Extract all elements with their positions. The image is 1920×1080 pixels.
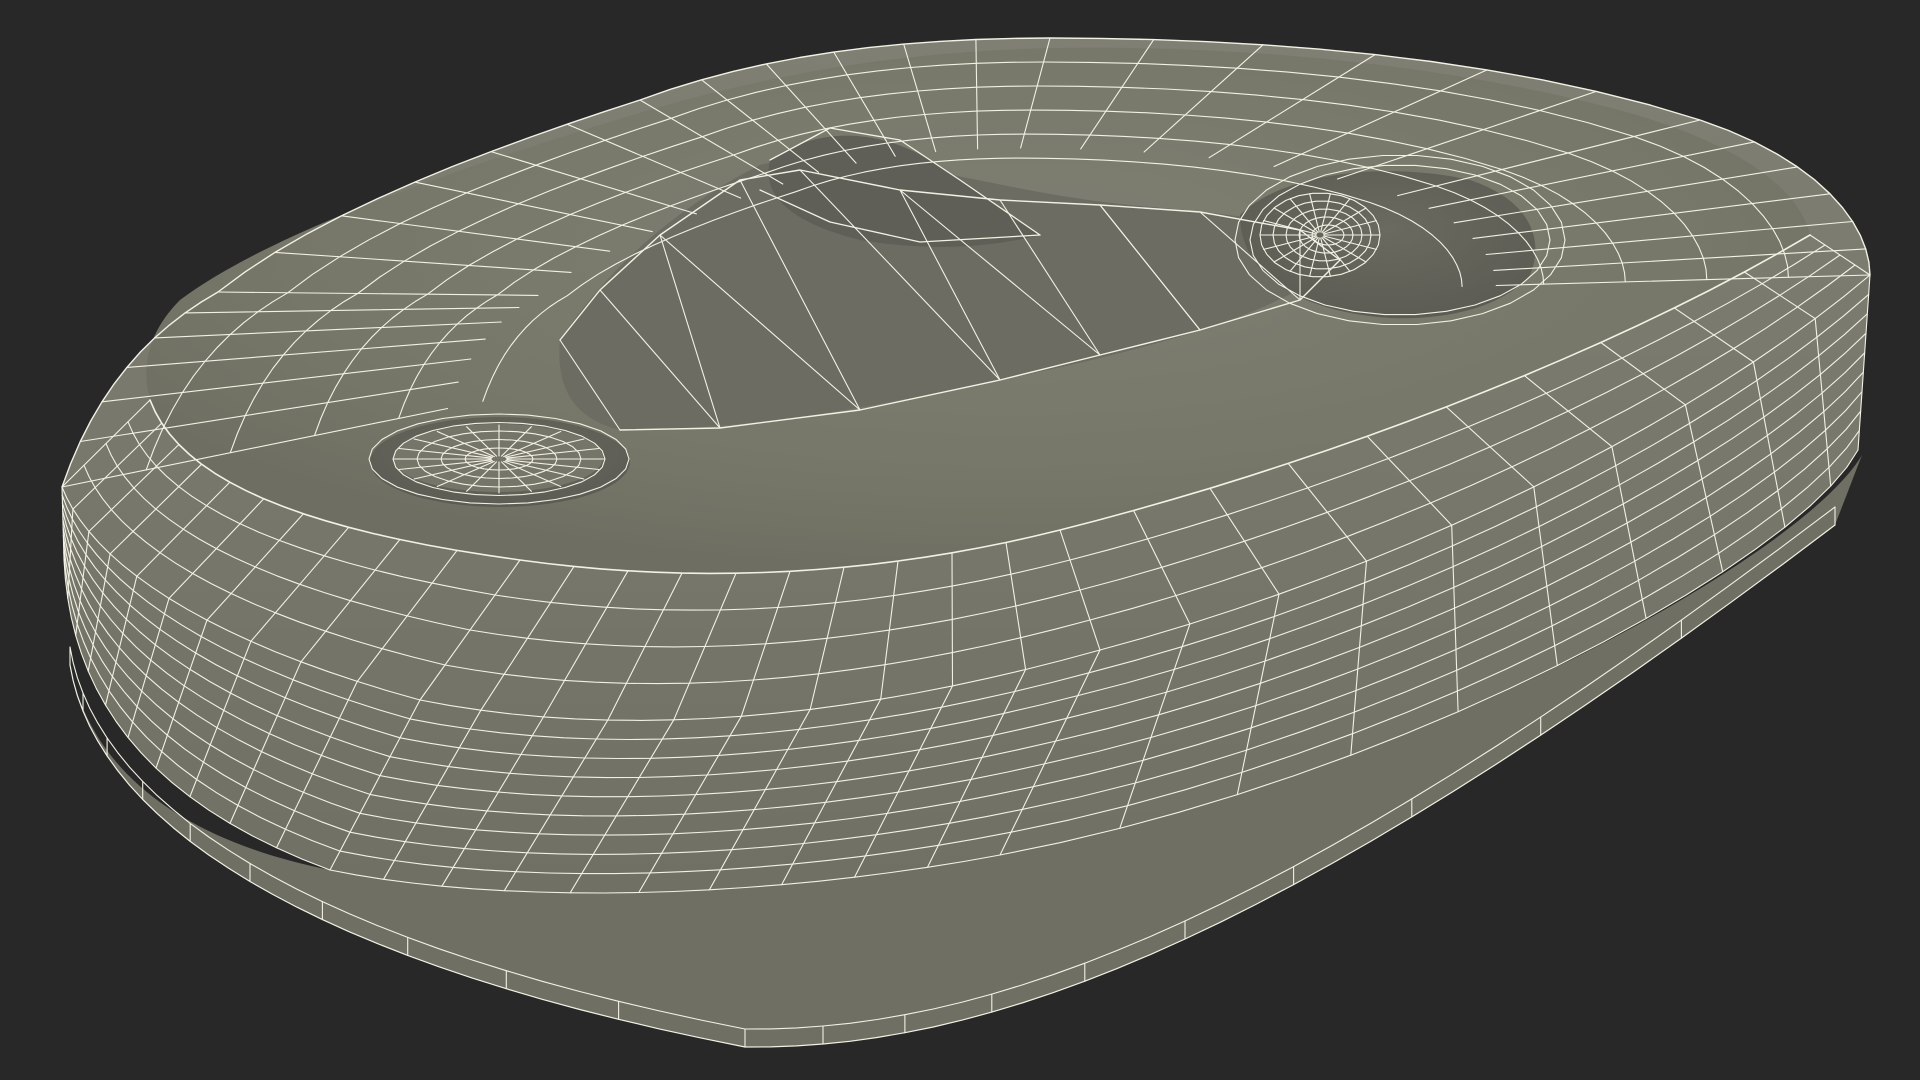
wireframe-render [61, 37, 1871, 1048]
bevel-vertical-line [951, 552, 954, 687]
left-dome [393, 424, 603, 492]
render-viewport [0, 0, 1920, 1080]
